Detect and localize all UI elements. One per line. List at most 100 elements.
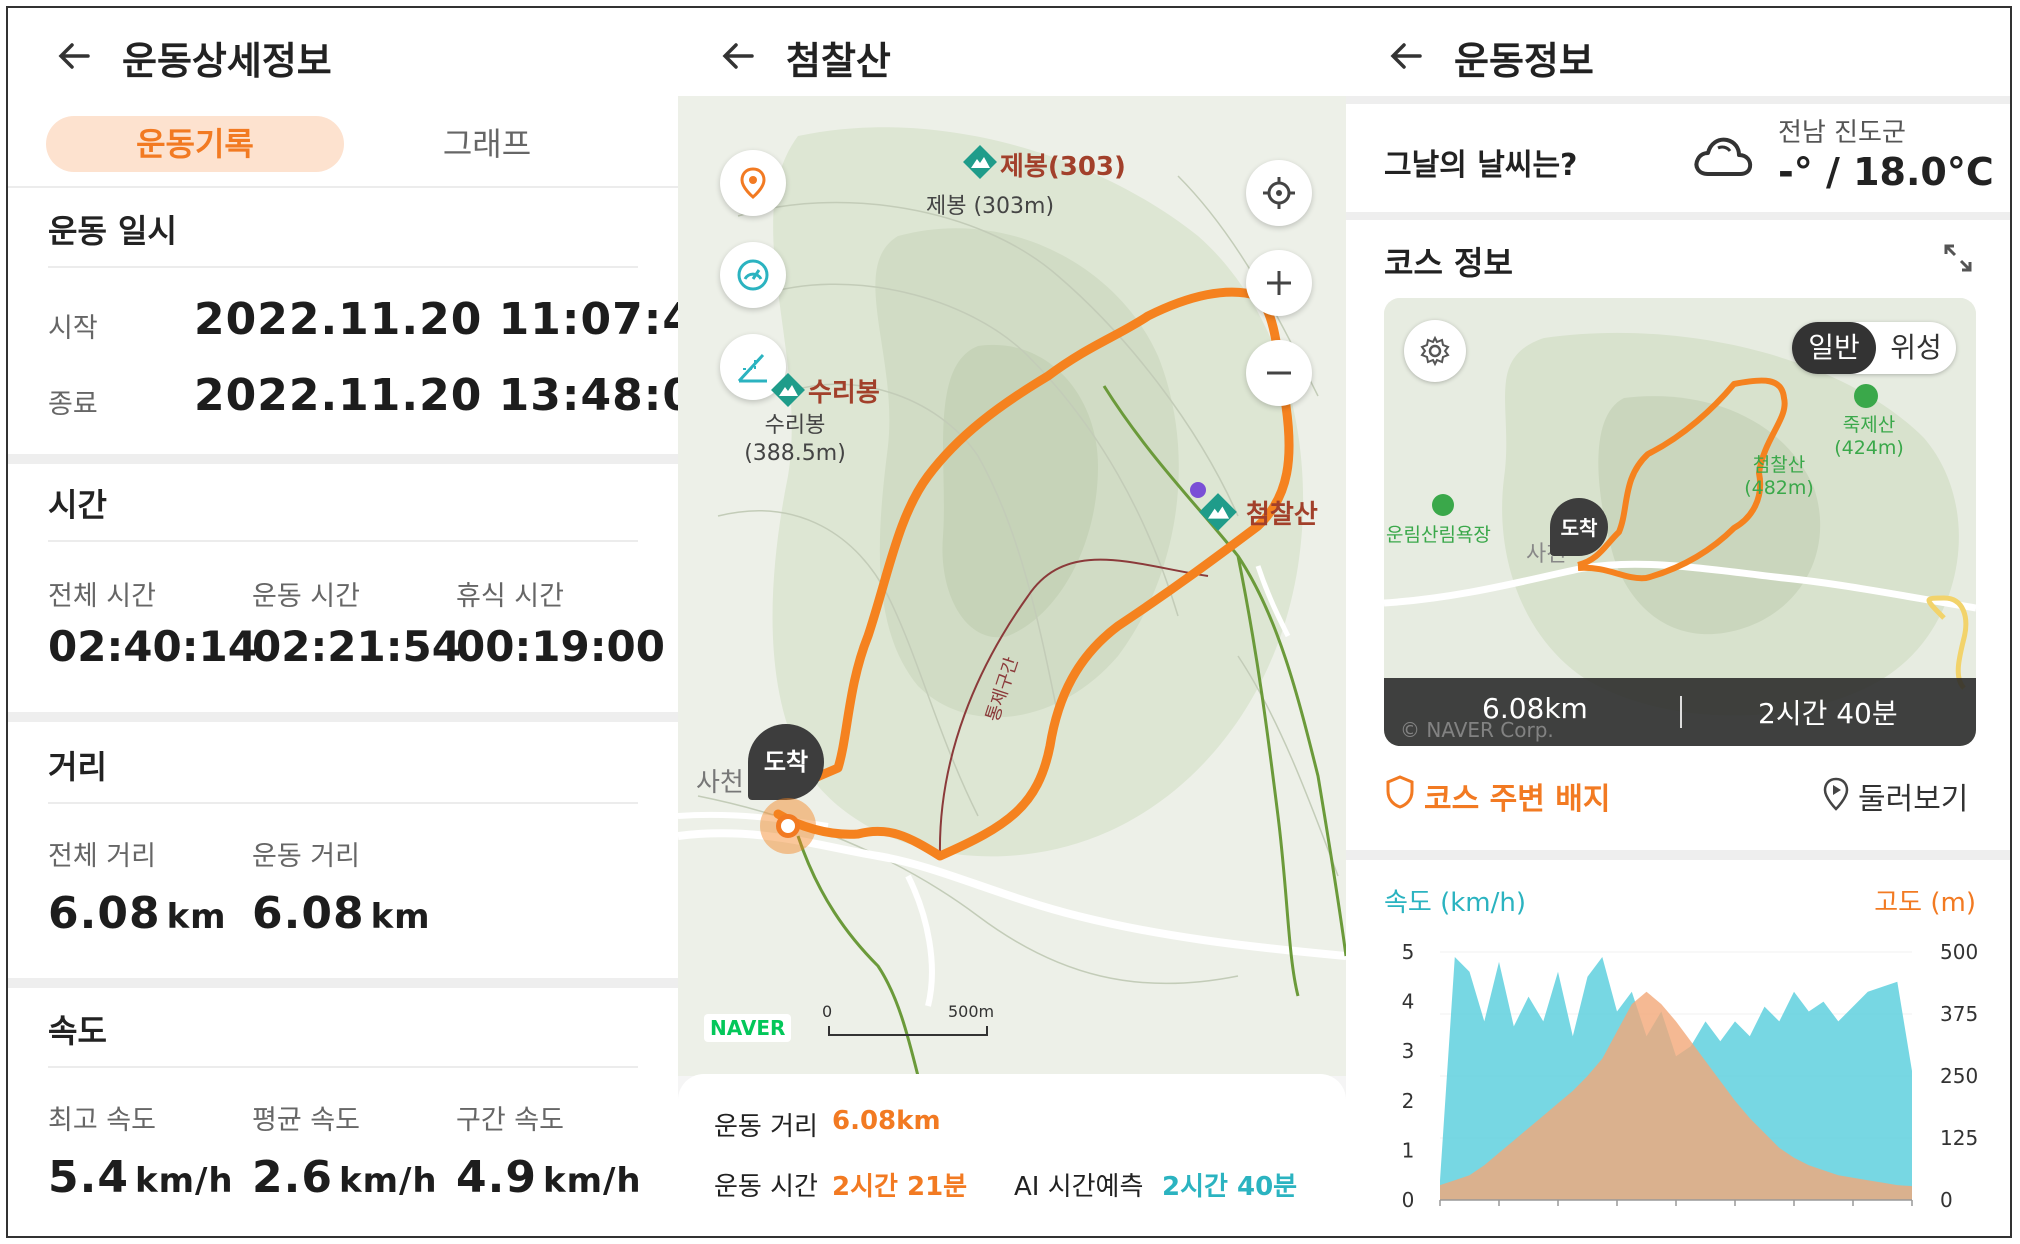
peak-label-cheomchalsan: 첨찰산 [1246, 500, 1318, 530]
section-title: 속도 [48, 1012, 107, 1050]
map-canvas [678, 96, 1346, 1076]
toggle-normal[interactable]: 일반 [1792, 322, 1876, 374]
nearby-badge-link[interactable]: 코스 주변 배지 [1424, 774, 1611, 818]
avg-speed-label: 평균 속도 [252, 1105, 360, 1136]
divider [48, 802, 638, 804]
y-tick-label: 4 [1402, 990, 1415, 1014]
weather-question: 그날의 날씨는? [1384, 148, 1578, 183]
pin-icon [740, 167, 766, 199]
expand-icon[interactable] [1940, 240, 1976, 276]
exercise-time-value: 02:21:54 [252, 622, 461, 671]
avg-speed-value: 2.6 km/h [252, 1152, 438, 1203]
mountain-icon [771, 373, 805, 407]
course-minimap[interactable]: 일반 위성 죽제산 (424m) 첨찰산 (482m) 운림산림욕장 사천 도착… [1384, 298, 1976, 746]
course-stat-bar: 6.08km 2시간 40분 © NAVER Corp. [1384, 678, 1976, 746]
rest-time-label: 휴식 시간 [456, 581, 564, 612]
total-distance-label: 전체 거리 [48, 841, 156, 872]
date-section: 운동 일시 시작 2022.11.20 11:07:43 종료 2022.11.… [8, 190, 678, 454]
speed-button[interactable] [720, 242, 786, 308]
start-value: 2022.11.20 11:07:43 [194, 294, 678, 345]
y2-tick-label: 250 [1940, 1064, 1978, 1088]
rest-time-value: 00:19:00 [456, 622, 665, 671]
distance-label: 운동 거리 [714, 1112, 818, 1142]
weather-region: 전남 진도군 [1778, 118, 1906, 148]
back-arrow-icon[interactable] [1386, 36, 1426, 76]
scale-end: 500m [948, 1002, 995, 1021]
shield-icon [1386, 775, 1414, 809]
section-divider [8, 712, 678, 722]
max-speed-value: 5.4 km/h [48, 1152, 234, 1203]
back-arrow-icon[interactable] [54, 36, 94, 76]
peak-label-jebong: 제봉(303) [1000, 152, 1126, 182]
distance-section: 거리 전체 거리 운동 거리 6.08 km 6.08 km [8, 722, 678, 978]
section-divider [8, 454, 678, 464]
divider [48, 266, 638, 268]
section-speed-value: 4.9 km/h [456, 1152, 642, 1203]
exercise-info-panel: 운동정보 그날의 날씨는? 전남 진도군 -° / 18.0°C 코스 정보 일… [1346, 8, 2010, 1236]
route-map[interactable]: 제봉(303) 제봉 (303m) 수리봉 수리봉 (388.5m) 첨찰산 통… [678, 96, 1346, 1076]
map-panel: 첨찰산 제봉(303) 제봉 (303m) 수리봉 수리봉 (388.5m) 첨… [678, 8, 1346, 1236]
divider [48, 1066, 638, 1068]
course-card: 코스 정보 일반 위성 죽제산 (424m) 첨찰산 (482m) 운림산림욕장… [1346, 220, 2010, 850]
start-marker [760, 798, 816, 854]
section-title: 거리 [48, 748, 107, 786]
minus-icon [1267, 371, 1291, 375]
y-tick-label: 0 [1402, 1188, 1415, 1212]
poi-dot [1190, 482, 1206, 498]
max-speed-label: 최고 속도 [48, 1105, 156, 1136]
place-label-jukjesan: 죽제산 (424m) [1834, 414, 1904, 459]
map-copyright: © NAVER Corp. [1400, 718, 1554, 742]
speed-section: 속도 최고 속도 평균 속도 구간 속도 5.4 km/h 2.6 km/h 4.9… [8, 988, 678, 1236]
zoom-out-button[interactable] [1246, 340, 1312, 406]
time-value: 2시간 21분 [832, 1172, 968, 1202]
start-label: 시작 [48, 313, 98, 344]
section-speed-label: 구간 속도 [456, 1105, 564, 1136]
total-time-value: 02:40:14 [48, 622, 257, 671]
naver-logo: NAVER [704, 1014, 792, 1042]
weather-card: 그날의 날씨는? 전남 진도군 -° / 18.0°C [1346, 104, 2010, 212]
my-location-button[interactable] [1246, 160, 1312, 226]
course-title: 코스 정보 [1384, 244, 1513, 282]
back-arrow-icon[interactable] [718, 36, 758, 76]
ai-value: 2시간 40분 [1162, 1172, 1298, 1202]
start-dot [776, 814, 800, 838]
section-title: 시간 [48, 486, 107, 524]
total-distance-value: 6.08 km [48, 888, 227, 939]
speed-elevation-chart: 속도 (km/h) 고도 (m) 5 4 3 2 1 0 500 375 250 125 0 [1346, 860, 2010, 1236]
y2-tick-label: 500 [1940, 940, 1978, 964]
peak-sub-jebong: 제봉 (303m) [926, 194, 1055, 219]
forest-dot [1432, 494, 1454, 516]
gear-icon [1420, 335, 1450, 367]
exercise-time-label: 운동 시간 [252, 581, 360, 612]
toggle-satellite[interactable]: 위성 [1876, 322, 1956, 374]
tab-exercise-record[interactable]: 운동기록 [46, 116, 344, 172]
cloud-icon [1694, 137, 1753, 176]
y2-tick-label: 0 [1940, 1188, 1953, 1212]
summary-card: 운동 거리 6.08km 운동 시간 2시간 21분 AI 시간예측 2시간 4… [678, 1074, 1346, 1236]
section-title: 운동 일시 [48, 212, 177, 250]
time-label: 운동 시간 [714, 1172, 818, 1202]
look-around-link[interactable]: 둘러보기 [1858, 774, 1968, 818]
arrival-label: 도착 [763, 748, 809, 776]
tab-graph[interactable]: 그래프 [338, 116, 636, 172]
mountain-icon [963, 145, 997, 179]
weather-temp: -° / 18.0°C [1778, 150, 1994, 194]
map-type-toggle[interactable]: 일반 위성 [1792, 322, 1956, 374]
place-label-forest: 운림산림욕장 [1386, 524, 1491, 546]
arrival-marker[interactable]: 도착 [1550, 498, 1608, 556]
tab-bar: 운동기록 그래프 [8, 96, 678, 188]
page-title: 첨찰산 [786, 39, 891, 83]
zoom-in-button[interactable] [1246, 250, 1312, 316]
y-tick-label: 1 [1402, 1138, 1415, 1162]
arrival-label: 도착 [1560, 516, 1598, 540]
y-tick-label: 3 [1402, 1039, 1415, 1063]
settings-button[interactable] [1404, 320, 1466, 382]
end-label: 종료 [48, 389, 98, 420]
section-divider [8, 978, 678, 988]
header: 운동정보 [1346, 8, 2010, 96]
location-button[interactable] [720, 150, 786, 216]
exercise-distance-value: 6.08 km [252, 888, 431, 939]
page-title: 운동정보 [1454, 39, 1594, 83]
y-tick-label: 5 [1402, 940, 1415, 964]
arrival-marker[interactable]: 도착 [748, 724, 824, 800]
